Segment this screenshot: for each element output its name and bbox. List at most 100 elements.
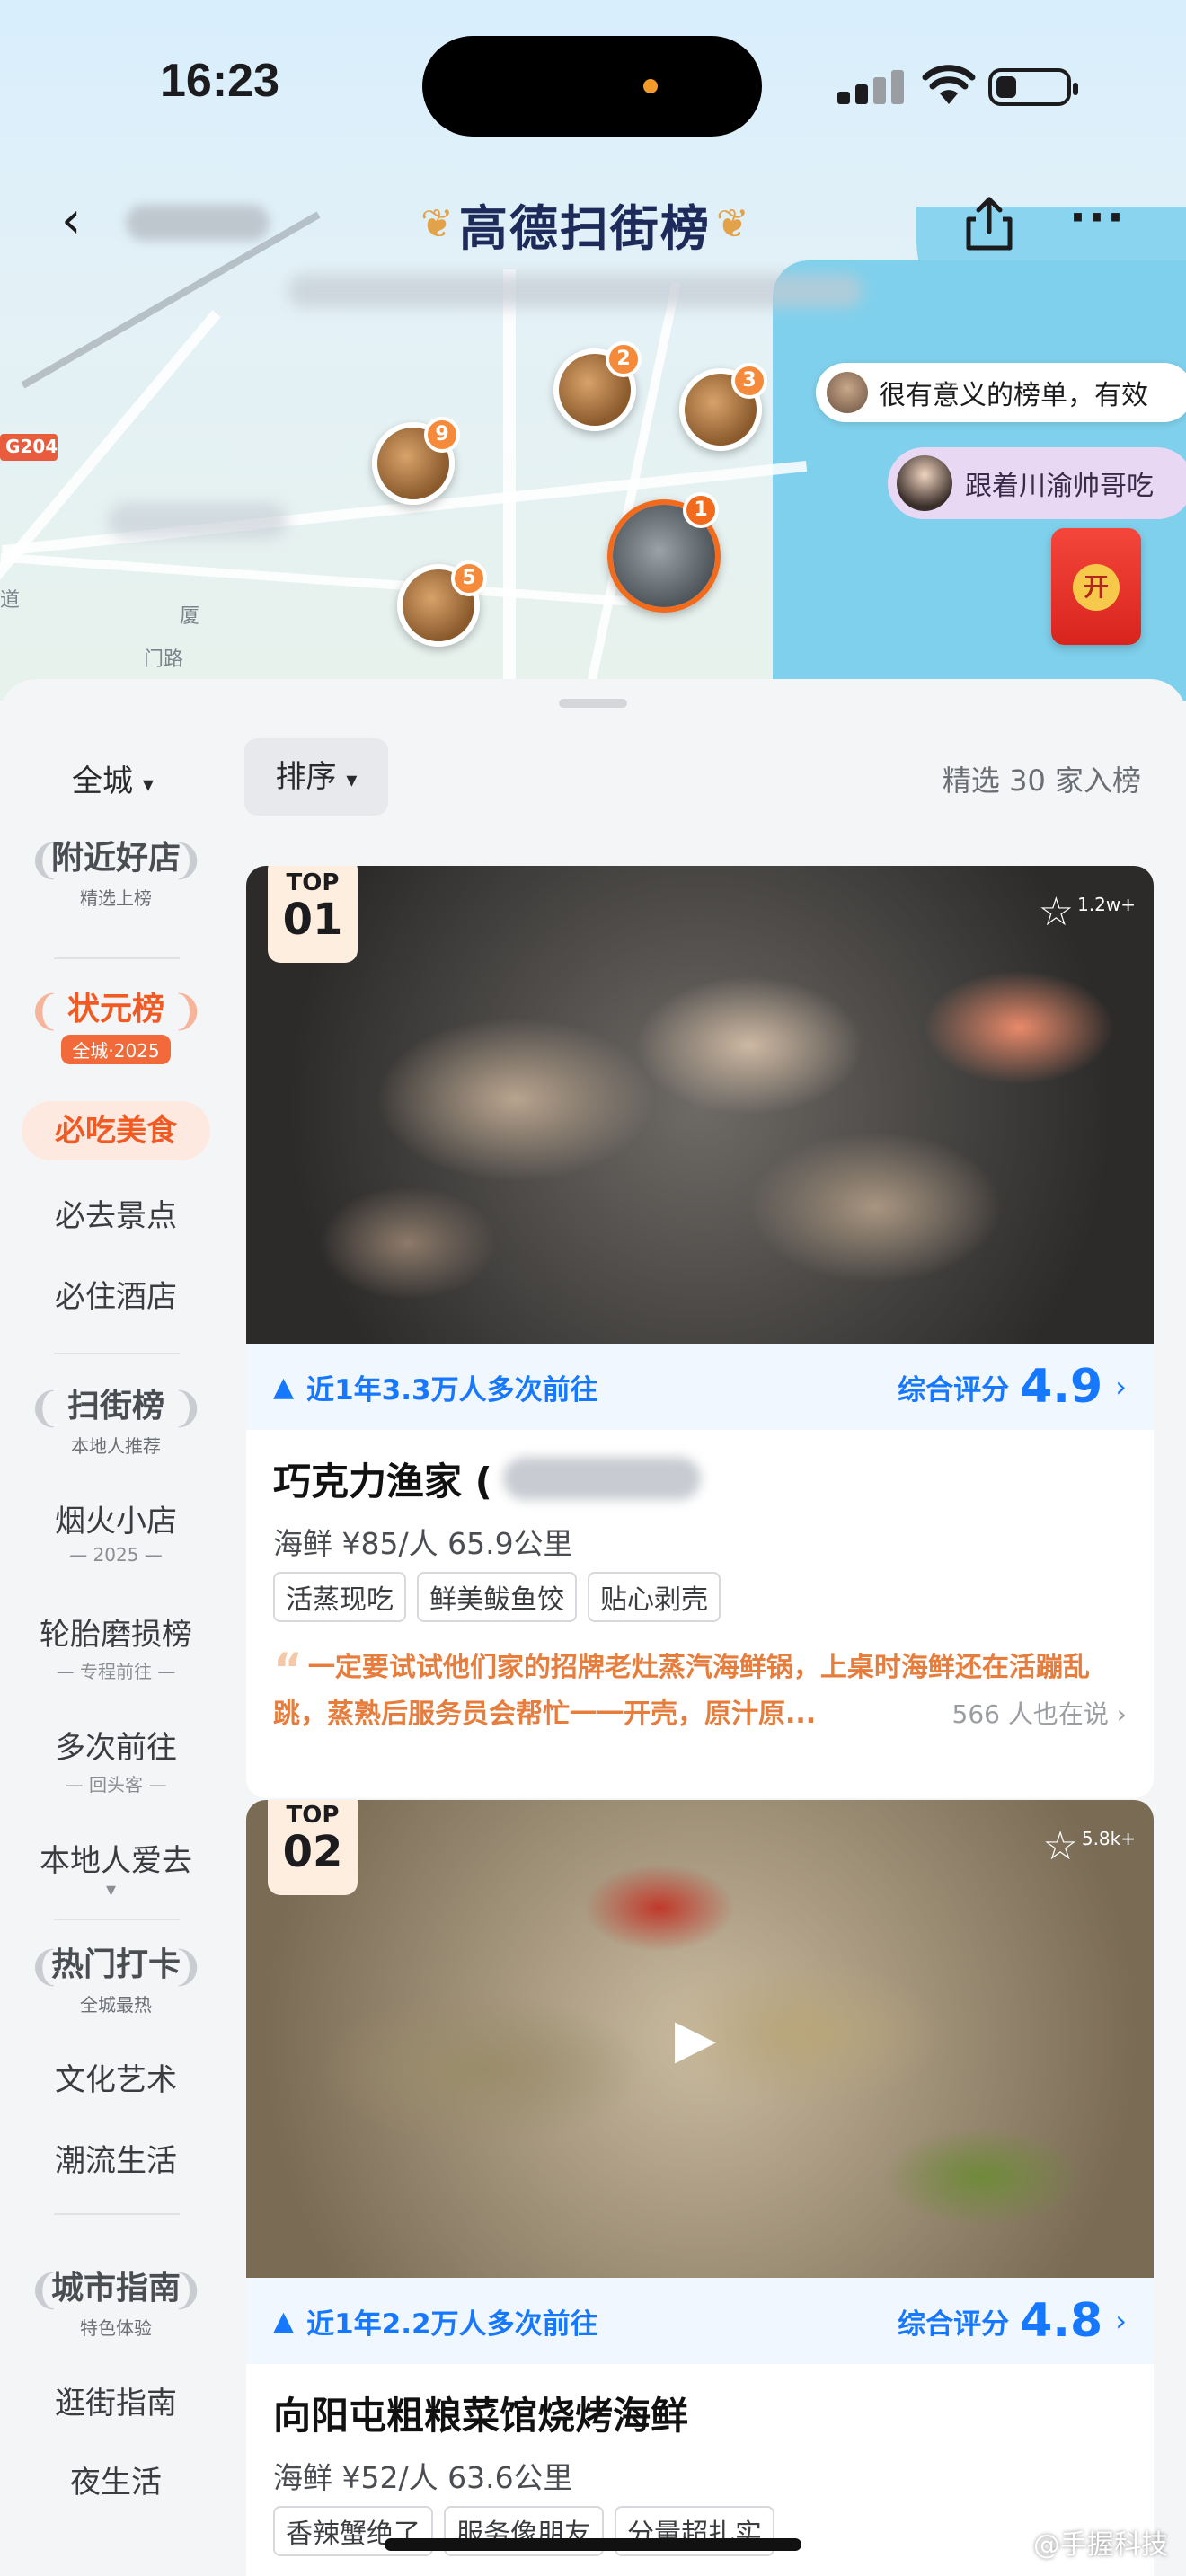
tag: 贴心剥壳: [588, 1572, 721, 1622]
sidebar-item-guide[interactable]: ❨ ❩ 城市指南 特色体验: [22, 2262, 210, 2360]
avatar: [897, 455, 952, 511]
sidebar-badge-sub: 全城·2025: [61, 1035, 171, 1064]
rank-tag-label: TOP: [286, 869, 340, 896]
home-indicator[interactable]: [385, 2538, 801, 2551]
map-road: [0, 552, 629, 606]
tag: 活蒸现吃: [273, 1572, 406, 1622]
avatar: [827, 372, 868, 413]
map-label: 道: [0, 589, 21, 612]
rank-tag: TOP 02: [268, 1800, 358, 1895]
sidebar-item-must-eat[interactable]: 必吃美食: [22, 1101, 210, 1160]
watermark: @手握科技: [1033, 2529, 1168, 2561]
sidebar-item-hot[interactable]: ❨ ❩ 热门打卡 全城最热: [22, 1938, 210, 2037]
share-icon[interactable]: [958, 192, 1021, 255]
blurred-map-text: [108, 503, 288, 539]
more-icon[interactable]: ···: [1069, 195, 1126, 240]
restaurant-meta: 海鲜 ¥52/人 63.6公里: [273, 2460, 573, 2495]
chevron-down-icon[interactable]: ▾: [106, 1879, 116, 1901]
visits-text: 近1年3.3万人多次前往: [306, 1373, 598, 1407]
sidebar-item-repeat[interactable]: 多次前往 — 回头客 —: [22, 1723, 210, 1796]
sidebar-item-culture[interactable]: 文化艺术: [22, 2055, 210, 2099]
list-panel: 全城 ▾ 排序 ▾ 精选 30 家入榜 ❨ ❩ 附近好店 精选上榜 ❨ ❩ 状元榜 …: [0, 679, 1186, 2576]
sidebar-badge-sub: 精选上榜: [80, 887, 152, 909]
tag: 鲜美鲅鱼饺: [417, 1572, 577, 1622]
page-title: ❦ 高德扫街榜 ❦: [420, 192, 749, 257]
navigation-arrow-icon: ▲: [273, 2305, 295, 2337]
sidebar-item-champion[interactable]: ❨ ❩ 状元榜 全城·2025: [22, 983, 210, 1081]
dynamic-island: [422, 36, 762, 137]
star-icon: ☆: [1042, 1823, 1078, 1869]
page-title-text: 高德扫街榜: [458, 199, 711, 257]
review-count: 566 人也在说 ›: [951, 1699, 1127, 1729]
map-label: 门路: [144, 648, 184, 671]
sort-button[interactable]: 排序 ▾: [244, 738, 388, 816]
status-bar: 16:23: [0, 0, 1186, 171]
sidebar-item-label: 烟火小店: [55, 1504, 177, 1539]
rank-tag-number: 02: [282, 1827, 343, 1877]
wifi-icon: [922, 65, 976, 104]
review-quote[interactable]: “一定要试试他们家的招牌老灶蒸汽海鲜锅，上桌时海鲜还在活蹦乱跳，蒸熟后服务员会帮…: [273, 1645, 1127, 1737]
comment-bubble[interactable]: 很有意义的榜单，有效: [816, 363, 1186, 422]
pin-rank-badge: 1: [683, 492, 719, 528]
sidebar-item-stroll[interactable]: 逛街指南: [22, 2378, 210, 2422]
restaurant-photo[interactable]: [246, 866, 1154, 1344]
drag-handle[interactable]: [559, 699, 627, 708]
pin-rank-badge: 3: [731, 363, 767, 399]
blurred-map-text: [288, 274, 863, 308]
sidebar-item-sub: — 回头客 —: [65, 1774, 167, 1795]
blurred-branch-name: [503, 1457, 701, 1500]
filter-bar: 全城 ▾ 排序 ▾ 精选 30 家入榜: [0, 733, 1186, 832]
play-icon[interactable]: ▶: [659, 2003, 731, 2075]
visits-text: 近1年2.2万人多次前往: [306, 2307, 598, 2341]
sidebar-item-small-shops[interactable]: 烟火小店 — 2025 —: [22, 1496, 210, 1566]
laurel-right-icon: ❦: [715, 200, 749, 247]
sidebar-item-must-stay[interactable]: 必住酒店: [22, 1272, 210, 1316]
result-count: 精选 30 家入榜: [942, 763, 1141, 798]
visits-bar[interactable]: ▲ 近1年2.2万人多次前往 综合评分 4.8 ›: [246, 2278, 1154, 2364]
rating-value: 4.9: [1020, 1360, 1103, 1414]
favorite-button[interactable]: ☆ 1.2w+: [1039, 893, 1136, 932]
sidebar-item-label: 轮胎磨损榜: [40, 1617, 192, 1653]
sidebar-item-nearby[interactable]: ❨ ❩ 附近好店 精选上榜: [22, 832, 210, 931]
sidebar-item-street[interactable]: ❨ ❩ 扫街榜 本地人推荐: [22, 1380, 210, 1478]
sidebar-badge-sub: 全城最热: [80, 1994, 152, 2016]
rank-tag-number: 01: [282, 895, 343, 945]
sidebar-item-night[interactable]: 夜生活: [22, 2457, 210, 2501]
battery-icon: [988, 68, 1078, 106]
laurel-left-icon: ❦: [420, 200, 454, 247]
restaurant-card[interactable]: TOP 02 ☆ 5.8k+ ▶ ▲ 近1年2.2万人多次前往 综合评分 4.8…: [246, 1800, 1154, 2576]
rank-tag-label: TOP: [286, 1802, 340, 1829]
sidebar-item-sub: — 专程前往 —: [56, 1661, 176, 1682]
sidebar-item-label: 多次前往: [55, 1730, 177, 1766]
restaurant-card[interactable]: TOP 01 ☆ 1.2w+ ▲ 近1年3.3万人多次前往 综合评分 4.9 ›…: [246, 866, 1154, 1798]
favorite-count: 5.8k+: [1081, 1828, 1136, 1849]
star-icon: ☆: [1038, 889, 1075, 935]
quote-icon: “: [273, 1644, 303, 1696]
divider: [54, 957, 180, 959]
chevron-right-icon: ›: [1115, 2304, 1127, 2338]
pin-rank-badge: 5: [451, 560, 487, 596]
sidebar-item-must-see[interactable]: 必去景点: [22, 1191, 210, 1235]
sidebar-item-tire-wear[interactable]: 轮胎磨损榜 — 专程前往 —: [22, 1610, 210, 1683]
road-shield: G204: [0, 434, 58, 461]
chevron-down-icon: ▾: [142, 772, 154, 797]
follow-bubble[interactable]: 跟着川渝帅哥吃: [888, 447, 1186, 519]
sidebar-item-sub: — 2025 —: [69, 1544, 163, 1566]
map-label: 厦: [180, 605, 200, 628]
visits-bar[interactable]: ▲ 近1年3.3万人多次前往 综合评分 4.9 ›: [246, 1344, 1154, 1430]
favorite-button[interactable]: ☆ 5.8k+: [1042, 1827, 1136, 1866]
red-packet-button[interactable]: 开: [1051, 528, 1141, 645]
city-filter-label: 全城: [72, 763, 133, 799]
favorite-count: 1.2w+: [1077, 894, 1136, 915]
chevron-left-icon[interactable]: ‹: [61, 196, 115, 250]
sidebar-item-locals[interactable]: 本地人爱去: [22, 1836, 210, 1880]
divider: [54, 2213, 180, 2215]
rank-tag: TOP 01: [268, 866, 358, 963]
city-filter[interactable]: 全城 ▾: [72, 756, 154, 800]
nav-bar: ‹ ❦ 高德扫街榜 ❦ ···: [0, 180, 1186, 269]
sidebar-item-trend[interactable]: 潮流生活: [22, 2136, 210, 2180]
sidebar-badge-sub: 特色体验: [80, 2317, 152, 2339]
rating-label: 综合评分: [898, 1373, 1010, 1407]
divider: [54, 1919, 180, 1920]
comment-text: 很有意义的榜单，有效: [879, 380, 1148, 411]
